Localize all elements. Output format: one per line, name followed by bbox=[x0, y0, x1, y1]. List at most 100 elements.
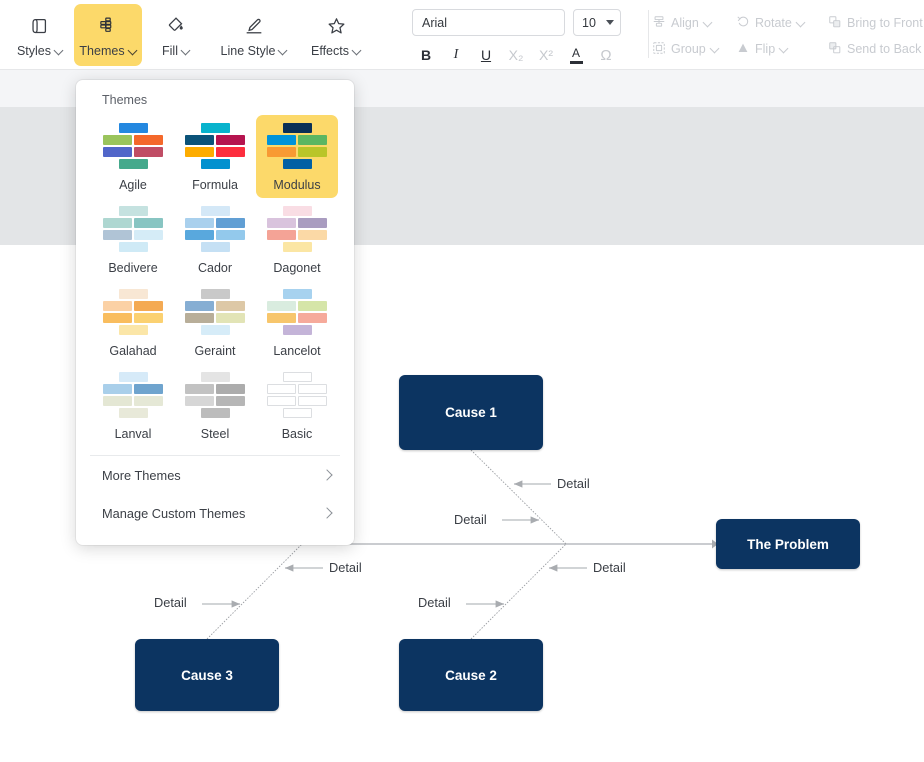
font-row: 10 bbox=[412, 9, 621, 36]
chevron-down-icon bbox=[780, 45, 788, 53]
main-toolbar: Styles Themes Fill Line Style Effects Ar… bbox=[0, 0, 924, 70]
theme-option-galahad[interactable]: Galahad bbox=[92, 281, 174, 364]
styles-icon bbox=[29, 13, 51, 39]
more-themes-label: More Themes bbox=[102, 467, 181, 483]
chevron-down-icon bbox=[704, 19, 712, 27]
chevron-right-icon bbox=[323, 471, 332, 480]
arrange-row-1: Align Rotate Bring to Front bbox=[652, 10, 923, 36]
rotate-label: Rotate bbox=[755, 16, 792, 30]
flip-button[interactable]: Flip bbox=[736, 41, 828, 58]
theme-swatch bbox=[267, 289, 327, 336]
symbol-button[interactable]: Ω bbox=[592, 43, 620, 67]
theme-swatch bbox=[185, 123, 245, 170]
theme-swatch bbox=[185, 206, 245, 253]
bring-to-front-icon bbox=[828, 15, 842, 32]
format-buttons-row: B I U X₂ X² A Ω bbox=[412, 43, 621, 67]
node-cause-3[interactable]: Cause 3 bbox=[135, 639, 279, 711]
theme-option-bedivere[interactable]: Bedivere bbox=[92, 198, 174, 281]
font-size-value: 10 bbox=[582, 15, 596, 30]
superscript-button[interactable]: X² bbox=[532, 43, 560, 67]
theme-swatch bbox=[185, 289, 245, 336]
align-button[interactable]: Align bbox=[652, 15, 736, 32]
theme-option-geraint[interactable]: Geraint bbox=[174, 281, 256, 364]
effects-icon bbox=[325, 13, 348, 39]
text-format-group: 10 B I U X₂ X² A Ω bbox=[412, 9, 621, 67]
theme-option-cador[interactable]: Cador bbox=[174, 198, 256, 281]
detail-label[interactable]: Detail bbox=[557, 476, 590, 491]
more-themes-item[interactable]: More Themes bbox=[76, 456, 354, 494]
theme-option-formula[interactable]: Formula bbox=[174, 115, 256, 198]
font-family-input[interactable] bbox=[412, 9, 565, 36]
chevron-down-icon bbox=[55, 47, 63, 55]
styles-button[interactable]: Styles bbox=[6, 4, 74, 66]
themes-grid: Agile Formula Modulus Bedivere Cador Dagonet G… bbox=[76, 115, 354, 447]
theme-swatch bbox=[103, 206, 163, 253]
align-icon bbox=[652, 15, 666, 32]
chevron-down-icon bbox=[353, 47, 361, 55]
fill-button[interactable]: Fill bbox=[142, 4, 210, 66]
theme-name: Basic bbox=[281, 427, 313, 441]
underline-button[interactable]: U bbox=[472, 43, 500, 67]
send-to-back-icon bbox=[828, 41, 842, 58]
italic-button[interactable]: I bbox=[442, 43, 470, 67]
arrange-row-2: Group Flip Send to Back bbox=[652, 36, 923, 62]
detail-label[interactable]: Detail bbox=[154, 595, 187, 610]
theme-name: Galahad bbox=[109, 344, 157, 358]
effects-button[interactable]: Effects bbox=[298, 4, 374, 66]
chevron-down-icon bbox=[797, 19, 805, 27]
rotate-button[interactable]: Rotate bbox=[736, 15, 828, 32]
send-to-back-button[interactable]: Send to Back bbox=[828, 41, 921, 58]
line-style-label: Line Style bbox=[220, 43, 276, 58]
subscript-button[interactable]: X₂ bbox=[502, 43, 530, 67]
theme-option-dagonet[interactable]: Dagonet bbox=[256, 198, 338, 281]
theme-option-lancelot[interactable]: Lancelot bbox=[256, 281, 338, 364]
theme-swatch bbox=[267, 206, 327, 253]
theme-option-agile[interactable]: Agile bbox=[92, 115, 174, 198]
theme-swatch bbox=[103, 372, 163, 419]
theme-swatch bbox=[267, 372, 327, 419]
styles-label: Styles bbox=[16, 43, 52, 58]
manage-custom-themes-item[interactable]: Manage Custom Themes bbox=[76, 494, 354, 532]
node-the-problem[interactable]: The Problem bbox=[716, 519, 860, 569]
line-style-button[interactable]: Line Style bbox=[210, 4, 298, 66]
node-cause-2[interactable]: Cause 2 bbox=[399, 639, 543, 711]
theme-option-basic[interactable]: Basic bbox=[256, 364, 338, 447]
themes-icon bbox=[97, 13, 119, 39]
theme-name: Lancelot bbox=[273, 344, 321, 358]
node-cause-1[interactable]: Cause 1 bbox=[399, 375, 543, 450]
bring-to-front-button[interactable]: Bring to Front bbox=[828, 15, 923, 32]
theme-name: Agile bbox=[119, 178, 147, 192]
theme-name: Lanval bbox=[114, 427, 152, 441]
font-size-select[interactable]: 10 bbox=[573, 9, 621, 36]
themes-button[interactable]: Themes bbox=[74, 4, 142, 66]
group-icon bbox=[652, 41, 666, 58]
fishbone-diagram-editor: Styles Themes Fill Line Style Effects Ar… bbox=[0, 0, 924, 762]
effects-label: Effects bbox=[311, 43, 349, 58]
chevron-down-icon bbox=[279, 47, 287, 55]
chevron-right-icon bbox=[323, 509, 332, 518]
theme-option-modulus[interactable]: Modulus bbox=[256, 115, 338, 198]
theme-swatch bbox=[267, 123, 327, 170]
chevron-down-icon bbox=[182, 47, 190, 55]
themes-panel-title: Themes bbox=[102, 93, 148, 107]
text-color-letter: A bbox=[571, 45, 580, 60]
text-color-button[interactable]: A bbox=[562, 43, 590, 67]
manage-custom-themes-label: Manage Custom Themes bbox=[102, 505, 246, 521]
theme-name: Steel bbox=[200, 427, 230, 441]
theme-option-lanval[interactable]: Lanval bbox=[92, 364, 174, 447]
detail-label[interactable]: Detail bbox=[454, 512, 487, 527]
detail-label[interactable]: Detail bbox=[418, 595, 451, 610]
group-button[interactable]: Group bbox=[652, 41, 736, 58]
theme-name: Formula bbox=[192, 178, 238, 192]
theme-option-steel[interactable]: Steel bbox=[174, 364, 256, 447]
fill-icon bbox=[165, 13, 187, 39]
fill-label: Fill bbox=[162, 43, 178, 58]
align-label: Align bbox=[671, 16, 699, 30]
themes-dropdown-panel: Themes Agile Formula Modulus Bedivere Cador D… bbox=[76, 80, 354, 545]
detail-label[interactable]: Detail bbox=[593, 560, 626, 575]
node-label: The Problem bbox=[747, 536, 829, 552]
theme-swatch bbox=[185, 372, 245, 419]
bold-button[interactable]: B bbox=[412, 43, 440, 67]
theme-name: Dagonet bbox=[273, 261, 321, 275]
detail-label[interactable]: Detail bbox=[329, 560, 362, 575]
